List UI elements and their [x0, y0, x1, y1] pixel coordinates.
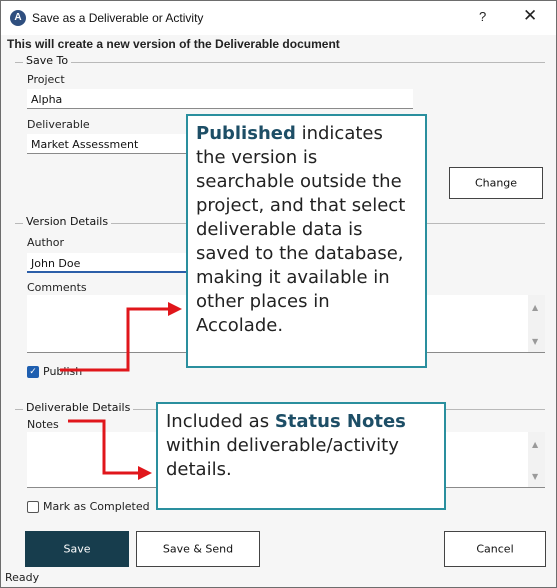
cancel-button[interactable]: Cancel [444, 531, 546, 567]
notes-scrollbar[interactable]: ▲ ▼ [528, 432, 545, 487]
notes-callout-bold: Status Notes [274, 411, 406, 432]
notes-label: Notes [27, 418, 59, 431]
version-details-legend: Version Details [23, 215, 112, 228]
notes-callout-prefix: Included as [166, 411, 275, 432]
window-title: Save as a Deliverable or Activity [32, 11, 204, 25]
published-callout: Published indicates the version is searc… [186, 114, 427, 368]
title-bar: A Save as a Deliverable or Activity ? ✕ [1, 1, 556, 35]
author-label: Author [27, 236, 65, 249]
save-to-legend: Save To [23, 54, 72, 67]
comments-label: Comments [27, 281, 87, 294]
comments-scrollbar[interactable]: ▲ ▼ [528, 295, 545, 352]
close-button[interactable]: ✕ [523, 6, 537, 26]
scroll-up-icon[interactable]: ▲ [532, 440, 538, 449]
scroll-down-icon[interactable]: ▼ [532, 472, 538, 481]
publish-checkbox[interactable]: ✓ [27, 366, 39, 378]
project-label: Project [27, 73, 65, 86]
change-button-label: Change [474, 176, 518, 190]
project-field[interactable]: Alpha [27, 89, 413, 109]
notes-callout-text: within deliverable/activity details. [166, 435, 399, 480]
scroll-up-icon[interactable]: ▲ [532, 303, 538, 312]
save-button[interactable]: Save [25, 531, 129, 567]
scroll-down-icon[interactable]: ▼ [532, 337, 538, 346]
deliverable-details-legend: Deliverable Details [23, 401, 134, 414]
published-callout-bold: Published [196, 123, 296, 144]
author-field[interactable]: John Doe [27, 253, 187, 273]
save-button-label: Save [63, 542, 91, 556]
change-button[interactable]: Change [449, 167, 543, 199]
help-button[interactable]: ? [479, 9, 486, 24]
cancel-button-label: Cancel [476, 542, 514, 556]
mark-completed-label[interactable]: Mark as Completed [43, 500, 150, 513]
accolade-logo-icon: A [10, 10, 26, 26]
mark-completed-checkbox[interactable] [27, 501, 39, 513]
intro-text: This will create a new version of the De… [7, 37, 340, 51]
status-bar-text: Ready [5, 571, 40, 584]
deliverable-field[interactable]: Market Assessment [27, 134, 197, 154]
save-and-send-button-label: Save & Send [162, 542, 234, 556]
save-and-send-button[interactable]: Save & Send [136, 531, 260, 567]
publish-label[interactable]: Publish [43, 365, 82, 378]
published-callout-text: indicates the version is searchable outs… [196, 123, 406, 336]
deliverable-label: Deliverable [27, 118, 90, 131]
notes-callout: Included as Status Notes within delivera… [156, 402, 446, 510]
